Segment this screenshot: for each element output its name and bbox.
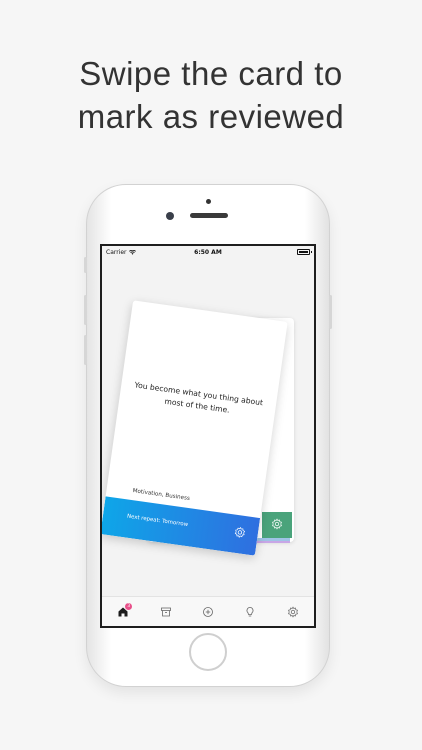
volume-up-button (84, 295, 87, 325)
battery-icon (297, 249, 312, 255)
tab-home[interactable]: 3 (112, 601, 134, 623)
archive-icon (160, 607, 171, 616)
headline-line-2: mark as reviewed (77, 98, 345, 135)
plus-circle-icon (203, 606, 213, 617)
status-time: 6:50 AM (194, 249, 222, 256)
stack-edge (252, 541, 290, 543)
gear-icon[interactable] (271, 518, 283, 530)
status-bar: Carrier 6:50 AM (102, 246, 314, 260)
next-repeat-label: Next repeat: Tomorrow (126, 513, 189, 529)
tab-bar: 3 (102, 596, 314, 626)
proximity-sensor (206, 199, 211, 204)
mute-switch (84, 257, 87, 273)
back-card-footer (262, 512, 292, 538)
earpiece-speaker (190, 213, 228, 218)
flashcard[interactable]: You become what you thing about most of … (102, 300, 288, 556)
card-tags: Motivation, Business (132, 488, 191, 503)
home-button[interactable] (189, 633, 227, 671)
card-footer: Next repeat: Tomorrow (102, 496, 261, 556)
tab-settings[interactable] (282, 601, 304, 623)
notification-badge: 3 (125, 602, 133, 610)
volume-down-button (84, 335, 87, 365)
phone-frame: Carrier 6:50 AM You become what you thin… (84, 184, 332, 687)
headline: Swipe the card to mark as reviewed (0, 52, 422, 138)
front-camera (166, 212, 174, 220)
headline-line-1: Swipe the card to (79, 55, 343, 92)
power-button (329, 295, 332, 329)
tab-ideas[interactable] (239, 601, 261, 623)
tab-archive[interactable] (155, 601, 177, 623)
tab-add[interactable] (197, 601, 219, 623)
lightbulb-icon (246, 606, 254, 616)
card-quote: You become what you thing about most of … (134, 380, 264, 415)
gear-icon (287, 606, 298, 617)
phone-screen: Carrier 6:50 AM You become what you thin… (100, 244, 316, 628)
gear-icon[interactable] (233, 526, 247, 540)
